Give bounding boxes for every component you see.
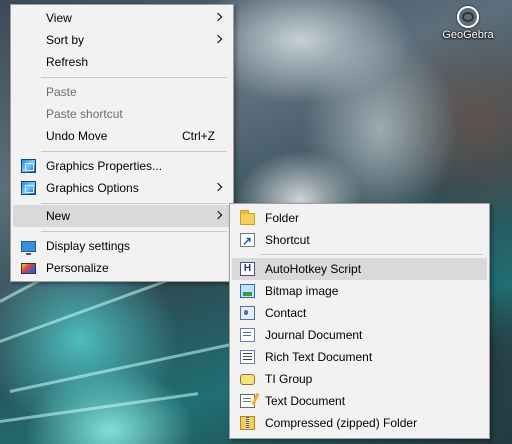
menu-item-label: Paste shortcut <box>46 107 123 121</box>
menu-item-label: Paste <box>46 85 77 99</box>
personalize-icon <box>21 263 36 274</box>
menu-item-label: Bitmap image <box>265 284 339 298</box>
graphics-icon <box>21 181 36 195</box>
menu-separator <box>41 151 227 152</box>
menu-item-view[interactable]: View <box>13 7 231 29</box>
new-item-rich-text-document[interactable]: Rich Text Document <box>232 346 487 368</box>
chevron-right-icon <box>213 34 223 44</box>
menu-item-personalize[interactable]: Personalize <box>13 257 231 279</box>
menu-item-label: Folder <box>265 211 300 225</box>
new-item-journal-document[interactable]: Journal Document <box>232 324 487 346</box>
menu-item-label: Shortcut <box>265 233 310 247</box>
ahk-script-icon: H <box>240 262 255 276</box>
menu-item-label: View <box>46 11 72 25</box>
menu-item-label: Personalize <box>46 261 109 275</box>
new-item-shortcut[interactable]: Shortcut <box>232 229 487 252</box>
shortcut-icon <box>240 230 255 252</box>
rich-text-icon <box>240 350 255 364</box>
menu-item-graphics-options[interactable]: Graphics Options <box>13 177 231 199</box>
new-item-autohotkey-script[interactable]: H AutoHotkey Script <box>232 258 487 280</box>
journal-icon <box>240 328 255 342</box>
menu-item-label: Graphics Options <box>46 181 139 195</box>
geogebra-icon <box>457 6 479 28</box>
display-icon <box>21 241 36 255</box>
chevron-right-icon <box>213 12 223 22</box>
menu-item-label: Text Document <box>265 394 346 408</box>
menu-item-graphics-properties[interactable]: Graphics Properties... <box>13 155 231 177</box>
shortcut-key-label: Ctrl+Z <box>182 129 215 143</box>
new-item-text-document[interactable]: Text Document <box>232 390 487 412</box>
menu-separator <box>41 231 227 232</box>
menu-item-sort-by[interactable]: Sort by <box>13 29 231 51</box>
menu-item-label: Contact <box>265 306 307 320</box>
menu-item-label: Compressed (zipped) Folder <box>265 416 418 430</box>
menu-item-label: TI Group <box>265 372 313 386</box>
wallpaper-streak <box>9 340 246 393</box>
ti-group-icon <box>240 374 255 385</box>
menu-item-paste: Paste <box>13 81 231 103</box>
menu-item-new[interactable]: New <box>13 205 231 227</box>
menu-separator <box>260 254 483 255</box>
new-item-ti-group[interactable]: TI Group <box>232 368 487 390</box>
menu-item-label: Sort by <box>46 33 85 47</box>
new-item-compressed-folder[interactable]: Compressed (zipped) Folder <box>232 412 487 434</box>
menu-item-label: Journal Document <box>265 328 363 342</box>
wallpaper-streak <box>0 392 199 423</box>
graphics-icon <box>21 159 36 173</box>
menu-item-paste-shortcut: Paste shortcut <box>13 103 231 125</box>
contact-icon <box>240 306 255 320</box>
menu-item-label: Refresh <box>46 55 89 69</box>
new-submenu: Folder Shortcut H AutoHotkey Script Bitm… <box>229 203 490 439</box>
chevron-right-icon <box>213 210 223 220</box>
menu-separator <box>41 77 227 78</box>
bitmap-icon <box>240 284 255 298</box>
menu-item-label: AutoHotkey Script <box>265 262 362 276</box>
menu-item-label: Rich Text Document <box>265 350 373 364</box>
folder-icon <box>240 210 255 225</box>
chevron-right-icon <box>213 182 223 192</box>
new-item-contact[interactable]: Contact <box>232 302 487 324</box>
desktop-icon-label: GeoGebra <box>442 29 494 41</box>
menu-item-label: Display settings <box>46 239 131 253</box>
menu-item-label: Undo Move <box>46 129 108 143</box>
zip-folder-icon <box>240 416 255 430</box>
menu-item-label: Graphics Properties... <box>46 159 163 173</box>
menu-item-refresh[interactable]: Refresh <box>13 51 231 73</box>
desktop-context-menu: View Sort by Refresh Paste Paste shortcu… <box>10 4 234 282</box>
desktop-icon-geogebra[interactable]: GeoGebra <box>438 4 498 41</box>
new-item-bitmap-image[interactable]: Bitmap image <box>232 280 487 302</box>
menu-item-undo-move[interactable]: Undo Move Ctrl+Z <box>13 125 231 147</box>
menu-item-label: New <box>46 209 71 223</box>
new-item-folder[interactable]: Folder <box>232 207 487 229</box>
menu-item-display-settings[interactable]: Display settings <box>13 235 231 257</box>
text-document-icon <box>240 394 255 408</box>
menu-separator <box>41 203 227 204</box>
